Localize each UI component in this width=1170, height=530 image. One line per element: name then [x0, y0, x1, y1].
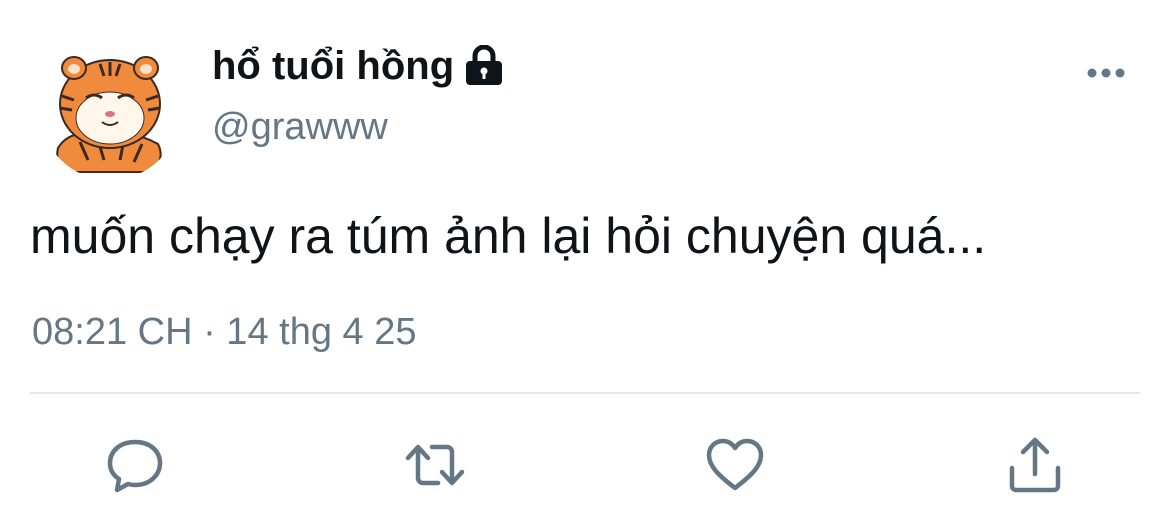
display-name-row: hổ tuổi hồng — [212, 38, 504, 94]
tweet-timestamp[interactable]: 08:21 CH · 14 thg 4 25 — [32, 310, 416, 356]
avatar[interactable] — [40, 40, 180, 180]
like-button[interactable] — [700, 430, 770, 500]
share-icon — [1009, 437, 1061, 493]
more-icon[interactable] — [1082, 58, 1134, 88]
tweet-text: muốn chạy ra túm ảnh lại hỏi chuyện quá.… — [30, 208, 987, 264]
reply-button[interactable] — [100, 430, 170, 500]
retweet-button[interactable] — [400, 430, 470, 500]
user-handle[interactable]: @grawww — [212, 108, 388, 146]
retweet-icon — [405, 444, 465, 486]
lock-icon — [464, 44, 504, 87]
tiger-avatar-icon — [40, 40, 180, 180]
heart-icon — [706, 438, 764, 491]
reply-icon — [107, 439, 163, 493]
divider — [30, 392, 1140, 394]
share-button[interactable] — [1000, 430, 1070, 500]
display-name[interactable]: hổ tuổi hồng — [212, 46, 454, 86]
